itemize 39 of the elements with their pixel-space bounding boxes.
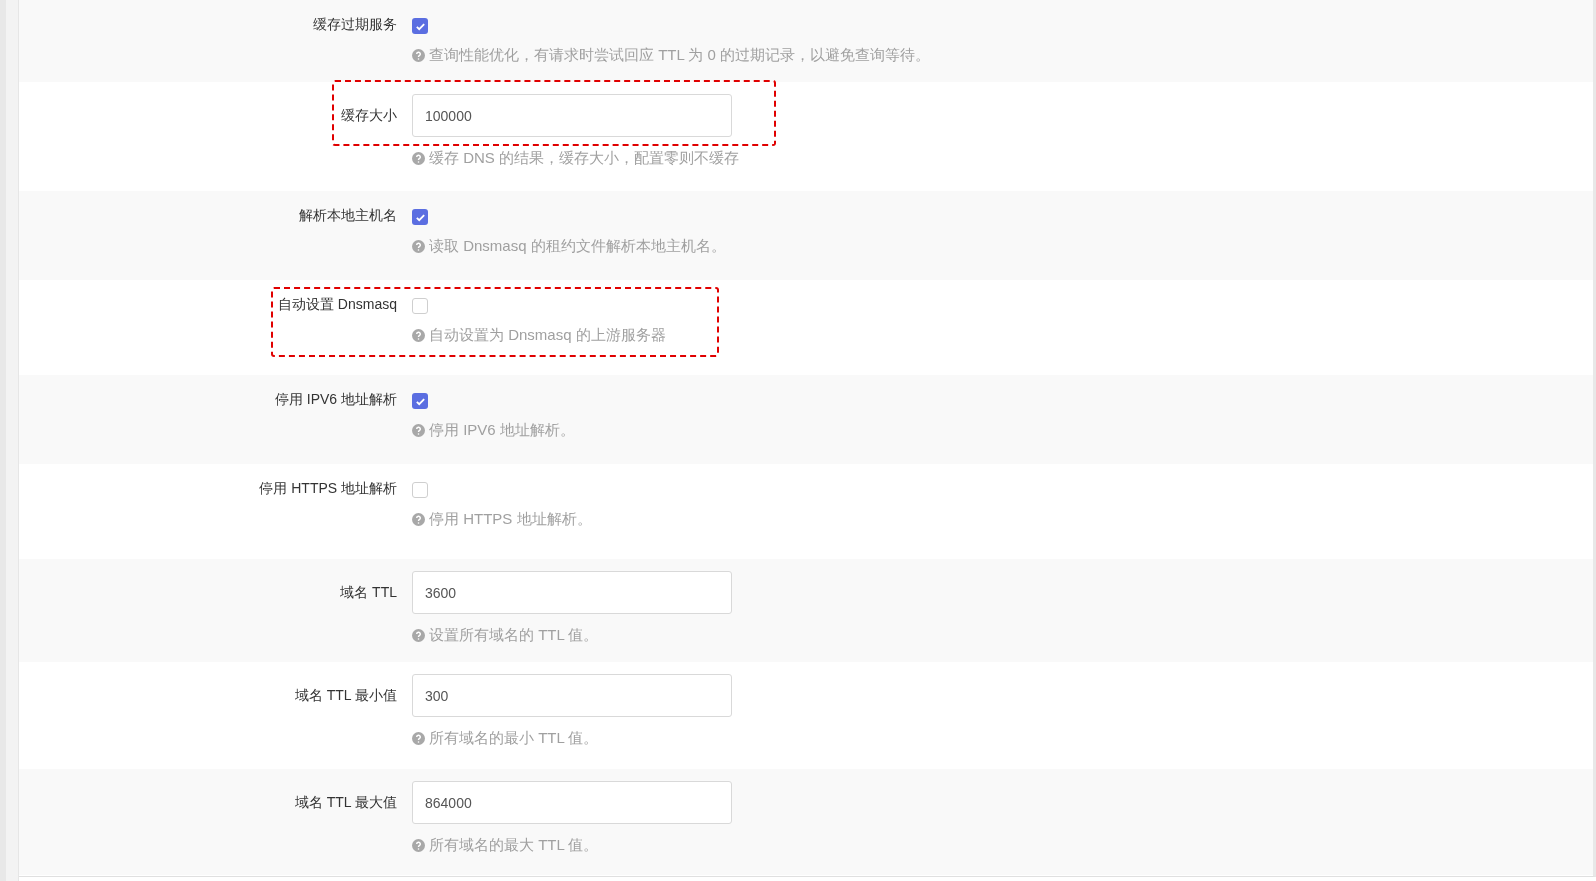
help-text: 所有域名的最大 TTL 值。: [429, 835, 599, 855]
field-label: 域名 TTL 最大值: [294, 793, 397, 812]
input-field[interactable]: 864000: [412, 781, 732, 824]
help-icon: [412, 328, 425, 342]
checkbox[interactable]: [412, 18, 428, 34]
help-icon: [412, 731, 425, 745]
input-field[interactable]: 100000: [412, 94, 732, 137]
check-icon: [414, 211, 426, 223]
field-label: 域名 TTL 最小值: [294, 686, 397, 705]
input-field[interactable]: 300: [412, 674, 732, 717]
help-text: 设置所有域名的 TTL 值。: [429, 625, 599, 645]
help-icon: [412, 48, 425, 62]
field-label: 缓存过期服务: [313, 15, 397, 34]
help-icon: [412, 423, 425, 437]
field-label: 自动设置 Dnsmasq: [277, 295, 397, 314]
help-text: 所有域名的最小 TTL 值。: [429, 728, 599, 748]
field-label: 停用 HTTPS 地址解析: [259, 479, 397, 498]
help-text: 停用 HTTPS 地址解析。: [429, 509, 592, 529]
help-icon: [412, 512, 425, 526]
field-label: 域名 TTL: [340, 583, 397, 602]
help-icon: [412, 628, 425, 642]
input-field[interactable]: 3600: [412, 571, 732, 614]
help-icon: [412, 239, 425, 253]
help-icon: [412, 838, 425, 852]
help-text: 读取 Dnsmasq 的租约文件解析本地主机名。: [429, 236, 726, 256]
checkbox[interactable]: [412, 298, 428, 314]
checkbox[interactable]: [412, 209, 428, 225]
check-icon: [414, 20, 426, 32]
checkbox[interactable]: [412, 393, 428, 409]
field-label: 缓存大小: [341, 106, 397, 125]
help-text: 缓存 DNS 的结果，缓存大小，配置零则不缓存: [429, 148, 739, 168]
field-label: 解析本地主机名: [299, 206, 397, 225]
checkbox[interactable]: [412, 482, 428, 498]
help-text: 查询性能优化，有请求时尝试回应 TTL 为 0 的过期记录，以避免查询等待。: [429, 45, 931, 65]
help-icon: [412, 151, 425, 165]
help-text: 自动设置为 Dnsmasq 的上游服务器: [429, 325, 666, 345]
help-text: 停用 IPV6 地址解析。: [429, 420, 575, 440]
field-label: 停用 IPV6 地址解析: [274, 390, 397, 409]
check-icon: [414, 395, 426, 407]
